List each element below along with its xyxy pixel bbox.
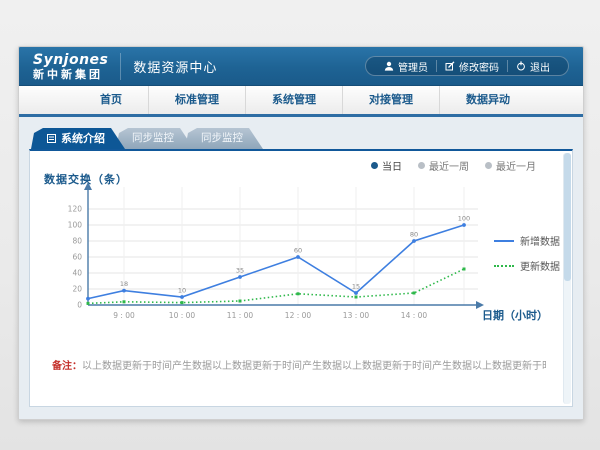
user-icon bbox=[384, 61, 394, 71]
data-point bbox=[238, 275, 242, 279]
form-icon bbox=[47, 134, 56, 143]
user-menu-button[interactable]: 管理员 bbox=[376, 59, 436, 74]
radio-today[interactable]: 当日 bbox=[371, 158, 402, 173]
nav-item-standard-mgmt[interactable]: 标准管理 bbox=[148, 86, 245, 114]
tab-label: 系统介绍 bbox=[61, 128, 105, 149]
legend-item-new-data[interactable]: 新增数据 bbox=[494, 233, 560, 248]
data-point bbox=[355, 296, 358, 299]
radio-label: 最近一月 bbox=[496, 158, 536, 173]
tab-label: 同步监控 bbox=[132, 128, 174, 149]
chart-legend: 新增数据 更新数据 bbox=[494, 233, 560, 273]
nav-item-home[interactable]: 首页 bbox=[74, 86, 148, 114]
logo-subtext: 新中新集团 bbox=[33, 69, 108, 80]
dotted-line-swatch bbox=[494, 265, 514, 267]
data-point bbox=[296, 255, 300, 259]
nav-item-system-mgmt[interactable]: 系统管理 bbox=[245, 86, 342, 114]
x-tick-label: 10 : 00 bbox=[169, 311, 196, 320]
line-chart-svg: 0 20 40 60 80 100 120 9 : 00 10 : 00 11 : 00 12 : … bbox=[32, 181, 532, 327]
tab-bar: 系统介绍 同步监控 同步监控 bbox=[31, 128, 263, 149]
y-axis-arrow bbox=[84, 182, 92, 190]
x-tick-label: 14 : 00 bbox=[401, 311, 428, 320]
tab-sync-monitor-2[interactable]: 同步监控 bbox=[185, 128, 263, 149]
data-point-label: 80 bbox=[410, 231, 418, 239]
data-point bbox=[180, 295, 184, 299]
x-axis-title: 日期（小时） bbox=[482, 307, 548, 323]
data-point bbox=[87, 302, 90, 305]
tab-sync-monitor-1[interactable]: 同步监控 bbox=[116, 128, 194, 149]
radio-selected-icon bbox=[371, 162, 378, 169]
radio-label: 最近一周 bbox=[429, 158, 469, 173]
y-tick-label: 0 bbox=[77, 301, 82, 310]
radio-unselected-icon bbox=[418, 162, 425, 169]
data-point bbox=[354, 291, 358, 295]
data-point bbox=[413, 292, 416, 295]
tab-system-intro[interactable]: 系统介绍 bbox=[31, 128, 125, 149]
x-tick-label: 13 : 00 bbox=[343, 311, 370, 320]
app-title: 数据资源中心 bbox=[133, 57, 217, 76]
series-line bbox=[88, 225, 464, 299]
main-nav: 首页 标准管理 系统管理 对接管理 数据异动 bbox=[19, 86, 583, 117]
legend-item-update-data[interactable]: 更新数据 bbox=[494, 258, 560, 273]
data-point bbox=[462, 223, 466, 227]
data-point bbox=[239, 300, 242, 303]
y-tick-label: 60 bbox=[72, 253, 82, 262]
data-point-label: 35 bbox=[236, 267, 244, 275]
data-point-label: 60 bbox=[294, 247, 302, 255]
radio-last-month[interactable]: 最近一月 bbox=[485, 158, 536, 173]
data-point bbox=[86, 297, 90, 301]
y-tick-label: 100 bbox=[68, 221, 83, 230]
power-icon bbox=[516, 61, 526, 71]
nav-item-interface-mgmt[interactable]: 对接管理 bbox=[342, 86, 439, 114]
footnote-prefix: 备注： bbox=[52, 361, 82, 372]
data-point-label: 15 bbox=[352, 283, 360, 291]
radio-unselected-icon bbox=[485, 162, 492, 169]
user-toolbar: 管理员 修改密码 退出 bbox=[365, 56, 569, 76]
edit-icon bbox=[445, 61, 455, 71]
radio-label: 当日 bbox=[382, 158, 402, 173]
y-tick-label: 40 bbox=[72, 269, 82, 278]
x-tick-label: 9 : 00 bbox=[113, 311, 135, 320]
logout-label: 退出 bbox=[530, 59, 550, 74]
line-chart: 0 20 40 60 80 100 120 9 : 00 10 : 00 11 : 00 12 : … bbox=[32, 181, 532, 327]
change-password-label: 修改密码 bbox=[459, 59, 499, 74]
scrollbar[interactable] bbox=[563, 153, 571, 404]
data-point bbox=[181, 301, 184, 304]
nav-item-data-change[interactable]: 数据异动 bbox=[439, 86, 536, 114]
data-point-label: 100 bbox=[458, 215, 470, 223]
tab-label: 同步监控 bbox=[201, 128, 243, 149]
user-name: 管理员 bbox=[398, 59, 428, 74]
data-point bbox=[463, 268, 466, 271]
app-header: Synjones 新中新集团 数据资源中心 管理员 修改密码 bbox=[19, 47, 583, 86]
solid-line-swatch bbox=[494, 240, 514, 242]
series-line bbox=[88, 269, 464, 303]
scrollbar-thumb[interactable] bbox=[564, 153, 571, 281]
y-tick-label: 80 bbox=[72, 237, 82, 246]
data-point bbox=[297, 292, 300, 295]
data-point bbox=[122, 289, 126, 293]
data-point bbox=[123, 300, 126, 303]
x-tick-label: 11 : 00 bbox=[227, 311, 254, 320]
logout-button[interactable]: 退出 bbox=[508, 59, 558, 74]
content-area: 系统介绍 同步监控 同步监控 当日 最近一周 bbox=[19, 117, 583, 420]
app-window: Synjones 新中新集团 数据资源中心 管理员 修改密码 bbox=[18, 46, 584, 420]
chart-panel: 当日 最近一周 最近一月 数据交换（条） 0204060801001209 : … bbox=[29, 149, 573, 407]
radio-last-week[interactable]: 最近一周 bbox=[418, 158, 469, 173]
footnote: 备注：以上数据更新于时间产生数据以上数据更新于时间产生数据以上数据更新于时间产生… bbox=[52, 357, 546, 372]
y-tick-label: 120 bbox=[68, 205, 83, 214]
legend-label: 新增数据 bbox=[520, 233, 560, 248]
footnote-text: 以上数据更新于时间产生数据以上数据更新于时间产生数据以上数据更新于时间产生数据以… bbox=[82, 361, 546, 372]
change-password-button[interactable]: 修改密码 bbox=[437, 59, 507, 74]
y-tick-label: 20 bbox=[72, 285, 82, 294]
logo: Synjones 新中新集团 bbox=[33, 53, 121, 80]
x-tick-label: 12 : 00 bbox=[285, 311, 312, 320]
legend-label: 更新数据 bbox=[520, 258, 560, 273]
data-point-label: 18 bbox=[120, 280, 128, 288]
logo-text: Synjones bbox=[33, 53, 108, 67]
time-range-filter: 当日 最近一周 最近一月 bbox=[371, 158, 536, 173]
data-point bbox=[412, 239, 416, 243]
data-point-label: 10 bbox=[178, 287, 186, 295]
